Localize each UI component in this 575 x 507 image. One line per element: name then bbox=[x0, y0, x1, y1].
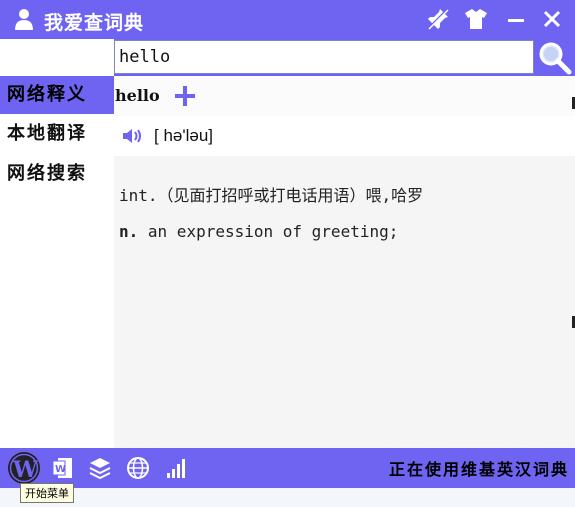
globe-icon[interactable] bbox=[124, 454, 152, 482]
phonetic-text: [ hə'ləu] bbox=[154, 126, 214, 145]
minimize-icon[interactable] bbox=[502, 6, 530, 32]
title-bar: 我爱查词典 bbox=[0, 0, 575, 39]
definition-2-text: an expression of greeting; bbox=[147, 222, 399, 241]
search-input[interactable] bbox=[114, 40, 534, 74]
status-text: 正在使用维基英汉词典 bbox=[388, 460, 569, 479]
skin-icon[interactable] bbox=[462, 6, 490, 32]
word-doc-icon[interactable]: W bbox=[50, 454, 76, 482]
svg-text:W: W bbox=[12, 457, 38, 483]
add-icon[interactable] bbox=[173, 84, 197, 108]
entry-word: hello bbox=[115, 86, 160, 105]
sidebar-item-web-definition[interactable]: 网络释义 bbox=[0, 76, 114, 114]
app-title: 我爱查词典 bbox=[44, 12, 145, 34]
window-bottom-strip bbox=[0, 488, 575, 507]
sidebar-item-web-search[interactable]: 网络搜索 bbox=[0, 155, 114, 193]
close-icon[interactable] bbox=[538, 6, 566, 32]
signal-icon[interactable] bbox=[164, 454, 190, 482]
search-icon[interactable] bbox=[535, 39, 575, 76]
user-icon[interactable] bbox=[14, 8, 34, 30]
layers-icon[interactable] bbox=[87, 454, 113, 482]
definition-2-pos: n. bbox=[119, 222, 139, 241]
definition-1: int.（见面打招呼或打电话用语）喂,哈罗 bbox=[119, 186, 424, 205]
definition-2: n. an expression of greeting; bbox=[119, 222, 398, 241]
sidebar-item-local-translation[interactable]: 本地翻译 bbox=[0, 115, 114, 153]
wordpress-icon[interactable]: W bbox=[4, 450, 44, 486]
start-menu-tooltip: 开始菜单 bbox=[20, 483, 74, 503]
speaker-icon[interactable] bbox=[122, 127, 144, 145]
pin-icon[interactable] bbox=[424, 6, 452, 32]
svg-text:W: W bbox=[55, 464, 66, 475]
